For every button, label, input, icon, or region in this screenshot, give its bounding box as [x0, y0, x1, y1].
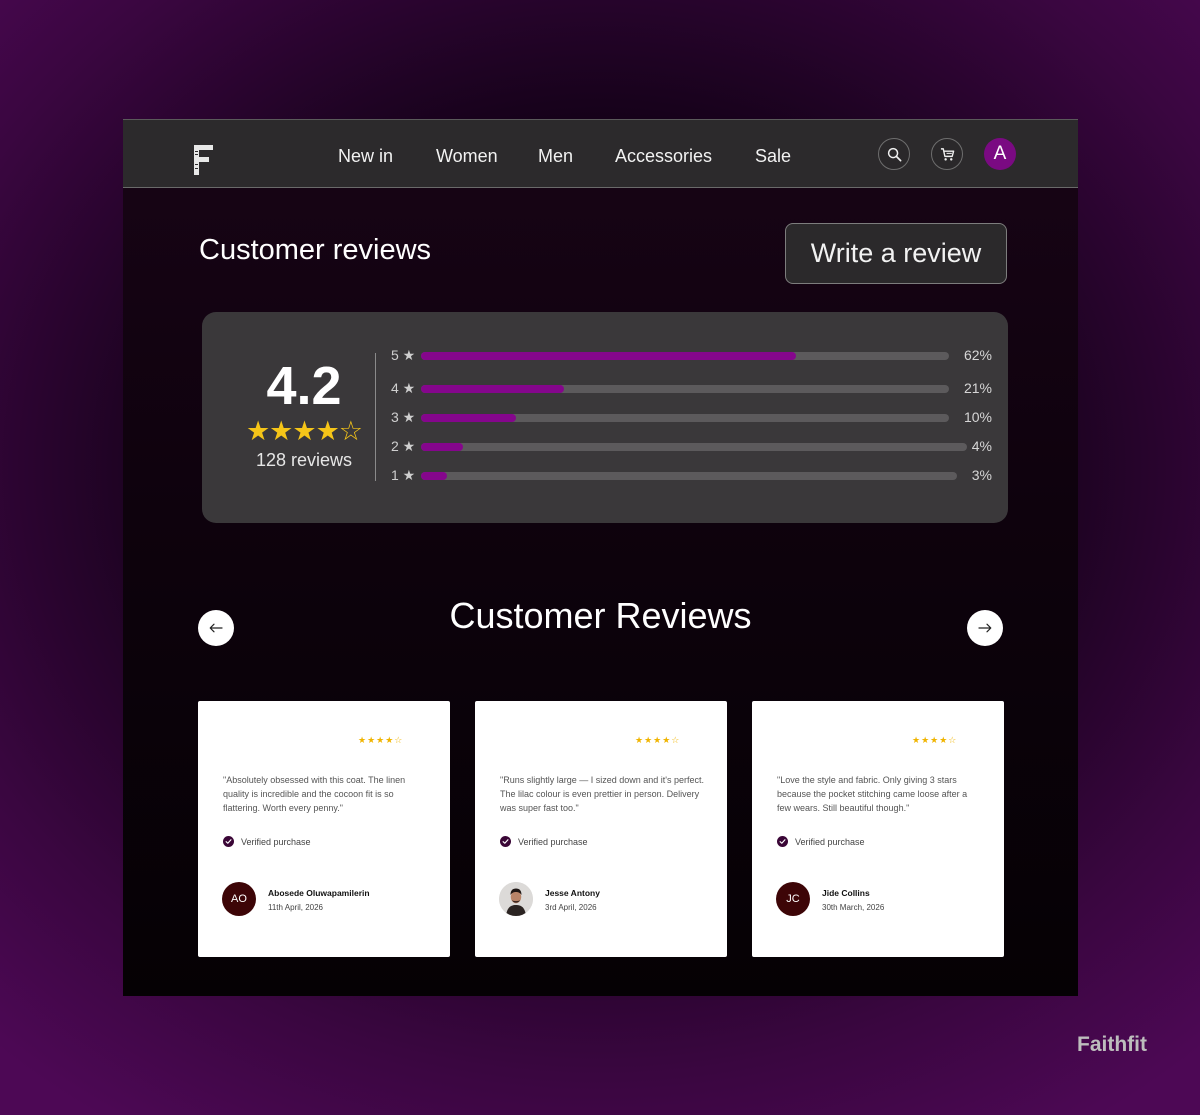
rating-bar-fill	[421, 472, 447, 480]
rating-row-label: 4 ★	[391, 380, 416, 396]
review-card: ★★★★☆ "Runs slightly large — I sized dow…	[475, 701, 727, 957]
rating-bar-track	[421, 414, 949, 422]
verified-purchase-badge: Verified purchase	[500, 836, 588, 847]
rating-bar-fill	[421, 443, 464, 451]
average-rating: 4.2	[266, 356, 342, 416]
verified-purchase-badge: Verified purchase	[777, 836, 865, 847]
review-date: 11th April, 2026	[268, 903, 324, 912]
rating-bar-track	[421, 472, 957, 480]
app-window: New in Women Men Accessories Sale A Cust…	[123, 119, 1078, 996]
user-avatar[interactable]: A	[984, 138, 1016, 170]
carousel-title: Customer Reviews	[449, 595, 752, 636]
verified-purchase-badge: Verified purchase	[223, 836, 311, 847]
rating-row-percent: 10%	[963, 409, 992, 425]
nav-link-accessories[interactable]: Accessories	[615, 146, 712, 167]
review-count: 128 reviews	[255, 450, 353, 470]
rating-row-label: 1 ★	[391, 467, 416, 483]
review-text: "Absolutely obsessed with this coat. The…	[223, 775, 406, 813]
arrow-left-icon	[209, 623, 223, 633]
review-stars: ★★★★☆	[912, 735, 958, 745]
rating-row-percent: 62%	[963, 347, 992, 363]
empty-star: ☆	[338, 416, 363, 446]
nav-link-new-in[interactable]: New in	[338, 146, 393, 167]
write-review-button[interactable]: Write a review	[785, 223, 1007, 284]
review-card: ★★★★☆ "Love the style and fabric. Only g…	[752, 701, 1004, 957]
review-date: 30th March, 2026	[822, 903, 885, 912]
average-star-rating: ★★★★☆	[236, 416, 372, 447]
rating-row-label: 3 ★	[391, 409, 416, 425]
reviewer-name: Jide Collins	[822, 888, 870, 898]
rating-bar-track	[421, 385, 949, 393]
rating-row-percent: 3%	[971, 467, 992, 483]
brand-watermark: Faithfit	[1077, 1033, 1147, 1056]
reviewer-photo-avatar	[499, 882, 533, 916]
faithfit-logo[interactable]	[194, 145, 214, 175]
reviewer-avatar: JC	[776, 882, 810, 916]
cart-icon	[940, 147, 954, 161]
rating-row-percent: 4%	[971, 438, 992, 454]
top-navbar: New in Women Men Accessories Sale A	[123, 119, 1078, 188]
rating-summary-card: 4.2 ★★★★☆ 128 reviews 5 ★ 62% 4 ★ 21% 3 …	[202, 312, 1008, 523]
arrow-right-icon	[978, 623, 992, 633]
cart-button[interactable]	[931, 138, 963, 170]
reviewer-name: Abosede Oluwapamilerin	[268, 888, 370, 898]
nav-link-sale[interactable]: Sale	[755, 146, 791, 167]
review-date: 3rd April, 2026	[545, 903, 597, 912]
rating-row-percent: 21%	[963, 380, 992, 396]
rating-bar-fill	[421, 352, 796, 360]
rating-bar-fill	[421, 385, 564, 393]
rating-row-label: 5 ★	[391, 347, 416, 363]
review-stars: ★★★★☆	[635, 735, 681, 745]
check-icon	[500, 836, 511, 847]
reviewer-avatar: AO	[222, 882, 256, 916]
verified-label: Verified purchase	[241, 836, 311, 847]
review-text: "Love the style and fabric. Only giving …	[777, 775, 968, 813]
verified-label: Verified purchase	[795, 836, 865, 847]
review-card: ★★★★☆ "Absolutely obsessed with this coa…	[198, 701, 450, 957]
filled-stars: ★★★★	[245, 416, 340, 446]
summary-divider	[375, 353, 376, 481]
review-stars: ★★★★☆	[358, 735, 404, 745]
carousel-prev-button[interactable]	[198, 610, 234, 646]
rating-bar-track	[421, 352, 949, 360]
search-icon	[887, 147, 901, 161]
check-icon	[777, 836, 788, 847]
nav-link-men[interactable]: Men	[538, 146, 573, 167]
check-icon	[223, 836, 234, 847]
rating-row-label: 2 ★	[391, 438, 416, 454]
page-title: Customer reviews	[199, 234, 432, 266]
rating-bar-fill	[421, 414, 517, 422]
rating-bar-track	[421, 443, 967, 451]
carousel-next-button[interactable]	[967, 610, 1003, 646]
reviewer-name: Jesse Antony	[545, 888, 600, 898]
search-button[interactable]	[878, 138, 910, 170]
verified-label: Verified purchase	[518, 836, 588, 847]
nav-link-women[interactable]: Women	[436, 146, 498, 167]
review-text: "Runs slightly large — I sized down and …	[500, 775, 705, 813]
